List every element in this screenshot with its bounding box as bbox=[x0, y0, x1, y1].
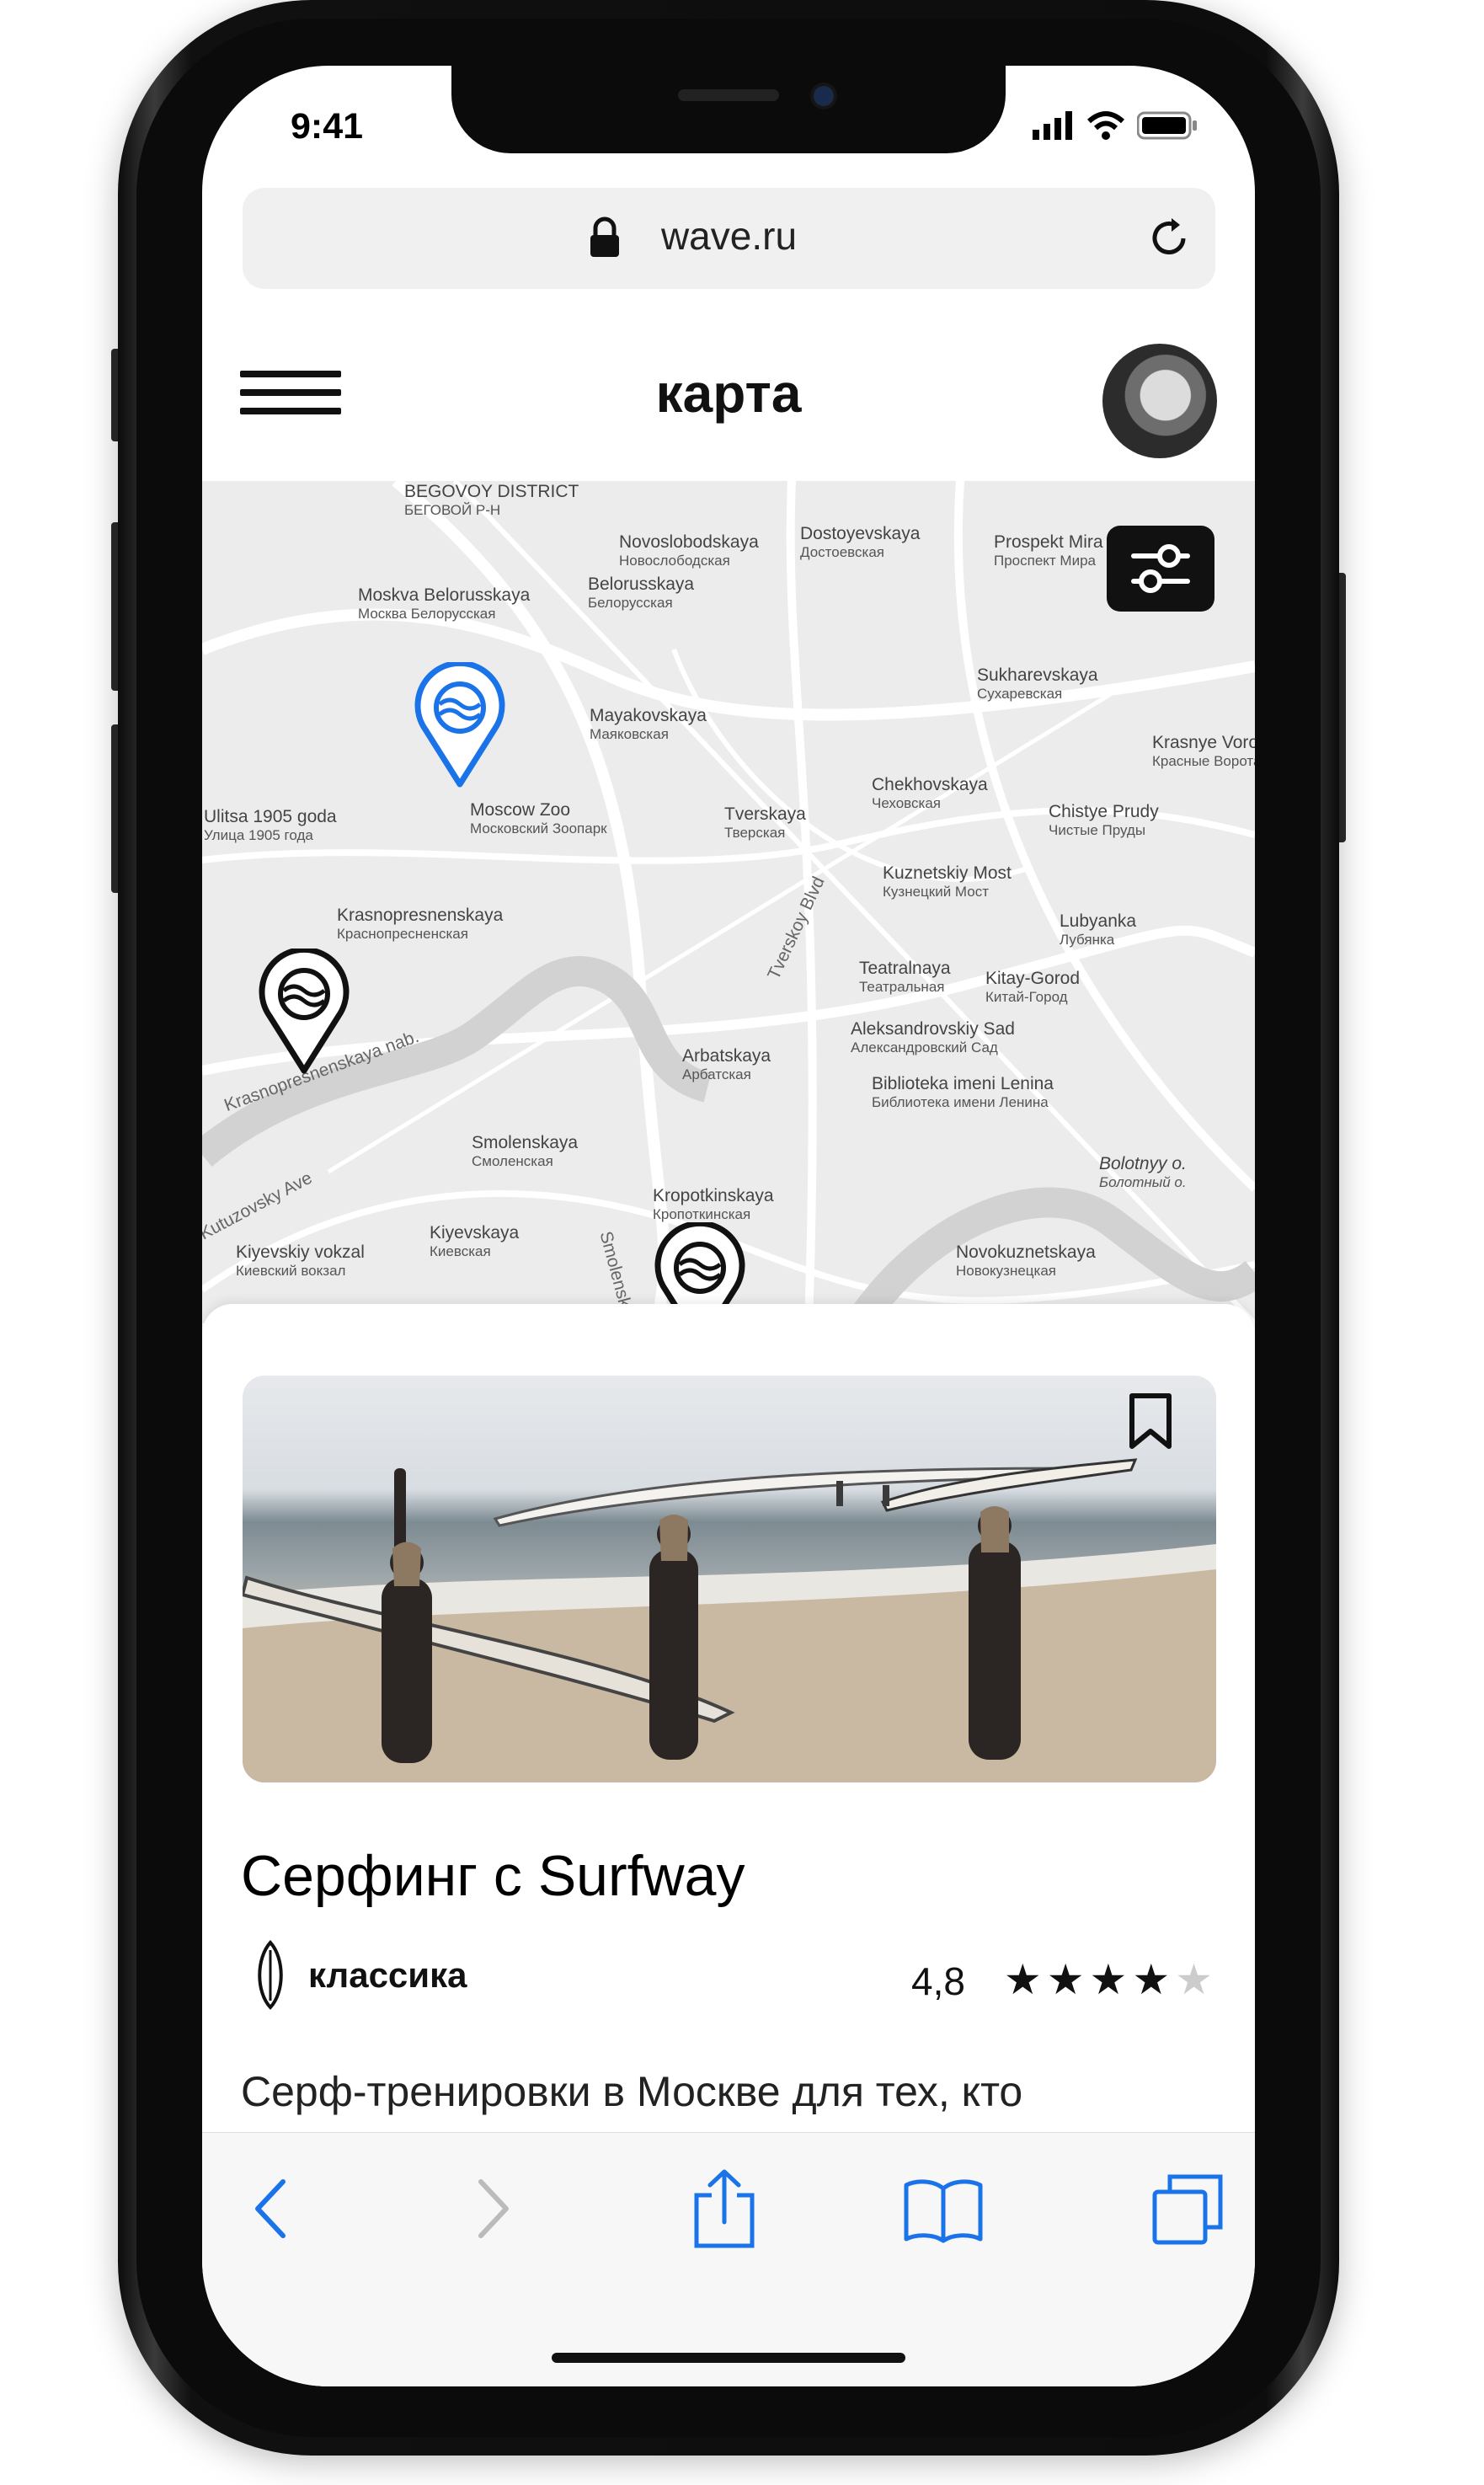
speaker bbox=[678, 89, 779, 101]
place-category: классика bbox=[308, 1955, 467, 1995]
map-label: Lubyanka Лубянка bbox=[1060, 911, 1137, 949]
map-label: Aleksandrovskiy Sad Александровский Сад bbox=[851, 1019, 1015, 1056]
map-pin-active[interactable] bbox=[413, 662, 507, 788]
place-card[interactable]: Серфинг с Surfway классика 4,8 ★★★★★ Сер… bbox=[202, 1304, 1255, 2231]
map-label: Belorusskaya Белорусская bbox=[588, 574, 695, 612]
map-label: Moskva Belorusskaya Москва Белорусская bbox=[358, 585, 531, 623]
map-label: Chekhovskaya Чеховская bbox=[872, 775, 988, 812]
map-label: Arbatskaya Арбатская bbox=[682, 1046, 771, 1083]
stars-filled: ★★★★ bbox=[1003, 1956, 1176, 2003]
map-label: Krasnopresnenskaya Краснопресненская bbox=[337, 906, 504, 943]
map-label: Moscow Zoo Московский Зоопарк bbox=[470, 800, 607, 837]
map-label: Teatralnaya Театральная bbox=[859, 959, 951, 996]
bookmark-icon[interactable] bbox=[1127, 1392, 1174, 1451]
avatar[interactable] bbox=[1102, 344, 1217, 458]
front-camera bbox=[814, 86, 834, 106]
map-label: Krasnye VorotaКрасные Ворота bbox=[1152, 733, 1255, 770]
tabs-icon[interactable] bbox=[1150, 2172, 1225, 2247]
place-meta: классика 4,8 ★★★★★ bbox=[241, 1940, 1218, 2010]
url-text: wave.ru bbox=[660, 214, 798, 258]
page-title: карта bbox=[655, 363, 802, 424]
reload-icon[interactable] bbox=[1146, 216, 1192, 261]
stars-empty: ★ bbox=[1175, 1956, 1218, 2003]
battery-icon bbox=[1137, 111, 1197, 140]
map-label: Tverskaya Тверская bbox=[724, 804, 806, 842]
map-label: BEGOVOY DISTRICT БЕГОВОЙ Р-Н bbox=[404, 482, 579, 519]
map-label: Kiyevskiy vokzal Киевский вокзал bbox=[236, 1242, 365, 1280]
home-indicator bbox=[552, 2353, 905, 2363]
map-label: Kuznetskiy Most Кузнецкий Мост bbox=[883, 863, 1012, 900]
map-label: Mayakovskaya Маяковская bbox=[590, 706, 707, 743]
map-label: Prospekt Mira Проспект Мира bbox=[994, 532, 1103, 569]
map-label: Dostoyevskaya Достоевская bbox=[800, 524, 921, 561]
surfboard-icon bbox=[258, 1940, 283, 2010]
map-label: Biblioteka imeni Lenina Библиотека имени … bbox=[872, 1074, 1054, 1111]
surfers-photo bbox=[243, 1458, 1216, 1782]
map-label: Smolenskaya Смоленская bbox=[472, 1133, 579, 1170]
browser-toolbar bbox=[202, 2132, 1255, 2386]
place-title: Серфинг с Surfway bbox=[241, 1844, 745, 1908]
back-icon[interactable] bbox=[246, 2175, 296, 2242]
signal-icon bbox=[1033, 111, 1072, 140]
address-bar[interactable]: wave.ru bbox=[243, 188, 1215, 289]
map-label: Chistye Prudy Чистые Пруды bbox=[1049, 802, 1159, 839]
map-label: Bolotnyy o. Болотный о. bbox=[1099, 1154, 1187, 1191]
map[interactable]: BEGOVOY DISTRICT БЕГОВОЙ Р-Н Novoslobodsk… bbox=[202, 481, 1255, 1323]
bookmarks-icon[interactable] bbox=[903, 2177, 984, 2244]
map-label: Kitay-Gorod Китай-Город bbox=[985, 969, 1081, 1006]
map-pin[interactable] bbox=[257, 949, 351, 1075]
map-label: Sukharevskaya Сухаревская bbox=[977, 665, 1098, 703]
wifi-icon bbox=[1086, 111, 1125, 140]
share-icon[interactable] bbox=[686, 2167, 762, 2251]
map-label: Kiyevskaya Киевская bbox=[430, 1223, 520, 1260]
map-label: Novoslobodskaya Новослободская bbox=[619, 532, 759, 569]
notch bbox=[451, 66, 1006, 153]
status-time: 9:41 bbox=[291, 106, 364, 147]
rating-value: 4,8 bbox=[911, 1959, 965, 2003]
map-label: Kropotkinskaya Кропоткинская bbox=[653, 1186, 774, 1223]
place-photo[interactable] bbox=[243, 1376, 1216, 1782]
phone-screen: 9:41 wave.ru карта BEGOVOY DISTRICT БЕГО… bbox=[202, 66, 1255, 2386]
phone-frame: 9:41 wave.ru карта BEGOVOY DISTRICT БЕГО… bbox=[111, 0, 1346, 2485]
filter-button[interactable] bbox=[1107, 526, 1214, 612]
map-label: Ulitsa 1905 goda Улица 1905 года bbox=[204, 807, 337, 844]
map-label: Novokuznetskaya Новокузнецкая bbox=[956, 1242, 1096, 1280]
app-header: карта bbox=[202, 318, 1255, 462]
sliders-icon bbox=[1131, 544, 1190, 593]
forward-icon[interactable] bbox=[467, 2175, 518, 2242]
rating-stars: ★★★★★ bbox=[1004, 1955, 1218, 2004]
status-icons bbox=[1033, 111, 1198, 140]
